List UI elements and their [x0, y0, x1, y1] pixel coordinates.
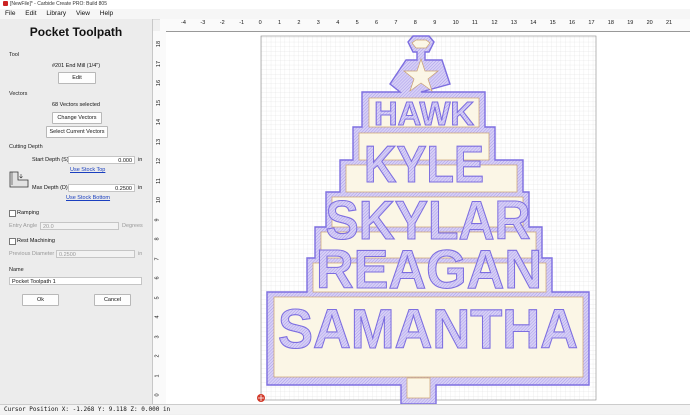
panel-title: Pocket Toolpath — [29, 25, 123, 39]
start-depth-label: Start Depth (S) — [32, 157, 69, 163]
ruler-tick-y: 12 — [156, 157, 163, 165]
use-stock-top-link[interactable]: Use Stock Top — [70, 167, 105, 173]
ruler-tick-y: 1 — [154, 373, 161, 378]
menu-edit[interactable]: Edit — [25, 10, 36, 17]
ruler-tick-x: 0 — [258, 20, 262, 26]
ruler-tick-y: 17 — [156, 60, 163, 67]
previous-diameter-label: Previous Diameter — [9, 251, 55, 257]
ruler-tick-x: 1 — [278, 20, 282, 26]
ruler-tick-y: 11 — [155, 177, 162, 184]
ruler-tick-x: 15 — [549, 20, 556, 26]
edit-tool-button[interactable]: Edit — [58, 72, 96, 84]
ramping-checkbox[interactable] — [9, 210, 16, 217]
cursor-position: Cursor Position X: -1.268 Y: 9.118 Z: 0.… — [4, 406, 171, 413]
ruler-tick-x: 14 — [530, 20, 537, 26]
rest-machining-label: Rest Machining — [17, 238, 55, 244]
menu-library[interactable]: Library — [46, 10, 66, 17]
vectors-count: 68 Vectors selected — [51, 102, 100, 108]
ruler-tick-x: 11 — [472, 20, 478, 26]
menu-file[interactable]: File — [5, 10, 15, 17]
menu-help[interactable]: Help — [100, 10, 113, 17]
max-depth-input[interactable]: 0.2500 — [68, 184, 135, 192]
ruler-tick-x: 10 — [452, 20, 459, 26]
entry-angle-input[interactable]: 20.0 — [40, 222, 119, 230]
ruler-tick-y: 9 — [154, 217, 161, 222]
cancel-button[interactable]: Cancel — [94, 294, 131, 306]
app-icon — [3, 1, 8, 7]
word-kyle: KYLE — [364, 136, 484, 194]
previous-diameter-unit: in — [138, 251, 143, 257]
name-heading: Name — [9, 267, 24, 273]
toolpath-name-input[interactable]: Pocket Toolpath 1 — [9, 277, 142, 285]
ruler-tick-y: 15 — [156, 99, 163, 106]
rest-machining-checkbox[interactable] — [9, 238, 16, 245]
window-title: [NewFile]* - Carbide Create PRO: Build 8… — [10, 1, 107, 7]
ruler-tick-y: 7 — [154, 256, 161, 261]
cutting-depth-heading: Cutting Depth — [9, 144, 43, 150]
window-titlebar: [NewFile]* - Carbide Create PRO: Build 8… — [0, 0, 690, 9]
ruler-tick-y: 8 — [154, 237, 161, 241]
ruler-tick-x: 9 — [433, 20, 437, 26]
ok-button[interactable]: Ok — [22, 294, 59, 306]
menu-view[interactable]: View — [76, 10, 90, 17]
ruler-tick-x: -3 — [200, 20, 206, 26]
ruler-tick-y: 4 — [154, 315, 161, 319]
ruler-tick-x: 16 — [569, 20, 576, 26]
start-depth-unit: in — [138, 157, 143, 163]
ruler-tick-x: 21 — [666, 20, 673, 26]
tool-heading: Tool — [9, 52, 20, 58]
left-ruler: 18 17 16 15 14 13 12 11 10 9 8 7 6 5 4 3 2 1 0 — [153, 31, 167, 404]
vectors-heading: Vectors — [9, 91, 28, 97]
ruler-tick-x: 8 — [413, 20, 417, 26]
ruler-tick-y: 18 — [156, 40, 163, 48]
entry-angle-unit: Degrees — [122, 223, 143, 229]
ruler-tick-y: 16 — [156, 79, 163, 87]
ruler-tick-x: -2 — [219, 20, 225, 26]
ruler-tick-x: 20 — [646, 20, 653, 26]
word-samantha: SAMANTHA — [278, 297, 578, 360]
word-hawk: HAWK — [374, 95, 474, 132]
ruler-tick-x: 12 — [491, 20, 498, 26]
previous-diameter-input[interactable]: 0.2500 — [56, 250, 135, 258]
ruler-tick-x: 13 — [510, 20, 517, 26]
ruler-tick-y: 3 — [154, 334, 161, 339]
design-canvas[interactable]: HAWK KYLE SKYLAR REAGAN SAMANTHA — [166, 32, 690, 405]
ruler-tick-x: 18 — [607, 20, 614, 26]
design-preview: HAWK KYLE SKYLAR REAGAN SAMANTHA — [166, 32, 690, 405]
ruler-tick-y: 2 — [154, 354, 161, 358]
ruler-tick-x: 17 — [588, 20, 595, 26]
top-ruler: -4 -3 -2 -1 0 1 2 3 4 5 6 7 8 9 10 11 12 13 14 15 16 17 18 19 20… — [160, 19, 690, 32]
word-reagan: REAGAN — [316, 238, 542, 300]
ruler-tick-x: 2 — [297, 20, 301, 26]
ruler-tick-y: 6 — [154, 276, 161, 280]
status-bar: Cursor Position X: -1.268 Y: 9.118 Z: 0.… — [0, 404, 690, 414]
max-depth-label: Max Depth (D) — [32, 185, 68, 191]
ruler-tick-y: 14 — [156, 118, 163, 126]
start-depth-input[interactable]: 0.000 — [68, 156, 135, 164]
ruler-tick-x: -4 — [181, 20, 186, 26]
ruler-tick-x: 3 — [316, 20, 320, 26]
ruler-tick-y: 5 — [154, 295, 161, 300]
ruler-tick-y: 0 — [154, 393, 161, 397]
ruler-tick-x: -1 — [239, 20, 245, 26]
max-depth-unit: in — [138, 185, 143, 191]
origin-marker — [257, 394, 265, 402]
ruler-tick-y: 10 — [156, 196, 163, 204]
ruler-tick-x: 19 — [627, 20, 634, 26]
ruler-tick-x: 4 — [336, 20, 340, 26]
depth-diagram-icon — [9, 171, 29, 188]
ruler-tick-x: 7 — [394, 20, 398, 26]
change-vectors-button[interactable]: Change Vectors — [52, 112, 102, 124]
ruler-tick-y: 13 — [156, 138, 163, 145]
use-stock-bottom-link[interactable]: Use Stock Bottom — [66, 195, 110, 201]
ruler-tick-x: 5 — [355, 20, 359, 26]
ruler-tick-x: 6 — [375, 20, 379, 26]
toolpath-panel: Pocket Toolpath Tool #201 End Mill (1/4"… — [0, 19, 153, 404]
select-current-vectors-button[interactable]: Select Current Vectors — [46, 126, 108, 138]
entry-angle-label: Entry Angle — [9, 223, 38, 229]
ramping-label: Ramping — [17, 210, 40, 216]
tool-name: #201 End Mill (1/4") — [51, 63, 101, 69]
